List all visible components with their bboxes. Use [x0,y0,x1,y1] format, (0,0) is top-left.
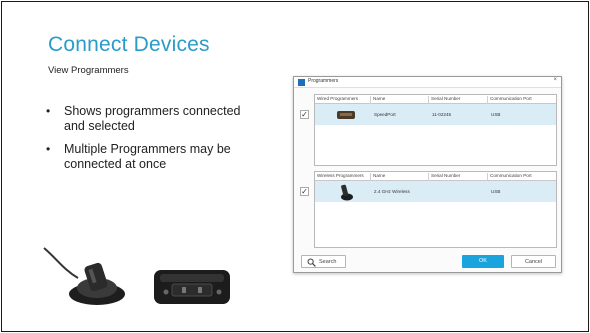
column-header: Serial Number [429,173,488,181]
column-header: Name [371,96,429,104]
wired-programmers-table: Wired Programmers Name Serial Number Com… [314,94,557,166]
table-header: Wired Programmers Name Serial Number Com… [315,95,556,104]
programmer-name: 2.4 GHz Wireless [374,189,410,194]
ok-button[interactable]: OK [462,255,504,268]
bullet-list: • Shows programmers connected and selecte… [46,104,246,180]
bullet-item: • Multiple Programmers may be connected a… [46,142,246,172]
wireless-checkbox[interactable]: ✓ [300,187,309,196]
column-header: Serial Number [429,96,488,104]
programmer-devices-photo [43,247,230,305]
dialog-title: Programmers [308,78,339,84]
programmer-port: USB [491,112,501,117]
search-icon [307,258,316,267]
slide-title: Connect Devices [48,33,210,56]
column-header: Communication Port [490,173,532,178]
slide-subtitle: View Programmers [48,65,129,76]
table-row[interactable]: 2.4 GHz Wireless USB [315,181,556,202]
app-icon [298,79,305,86]
bullet-text: Multiple Programmers may be connected at… [64,142,231,171]
column-header: Wired Programmers [315,96,371,104]
bullet-icon: • [46,142,51,156]
search-label: Search [319,259,337,265]
search-button[interactable]: Search [301,255,346,268]
table-header: Wireless Programmers Name Serial Number … [315,172,556,181]
close-icon[interactable]: × [553,77,557,83]
ok-label: OK [479,258,487,264]
bullet-text: Shows programmers connected and selected [64,104,241,133]
wireless-programmers-table: Wireless Programmers Name Serial Number … [314,171,557,248]
programmer-serial: 11-02245 [432,112,452,117]
column-header: Wireless Programmers [315,173,371,181]
cancel-label: Cancel [524,259,543,265]
column-header: Communication Port [490,96,532,101]
programmer-name: SpeedPort [374,112,396,117]
slide: Connect Devices View Programmers • Shows … [1,1,589,332]
programmers-dialog: Programmers × ✓ Wired Programmers Name S… [293,76,562,273]
wireless-programmer-icon [341,184,353,201]
wired-programmer-icon [337,111,355,119]
bullet-item: • Shows programmers connected and selecte… [46,104,246,134]
wired-checkbox[interactable]: ✓ [300,110,309,119]
bullet-icon: • [46,104,51,118]
table-row[interactable]: SpeedPort 11-02245 USB [315,104,556,125]
cancel-button[interactable]: Cancel [511,255,556,268]
programmer-port: USB [491,189,501,194]
dialog-titlebar: Programmers × [294,77,561,88]
column-header: Name [371,173,429,181]
